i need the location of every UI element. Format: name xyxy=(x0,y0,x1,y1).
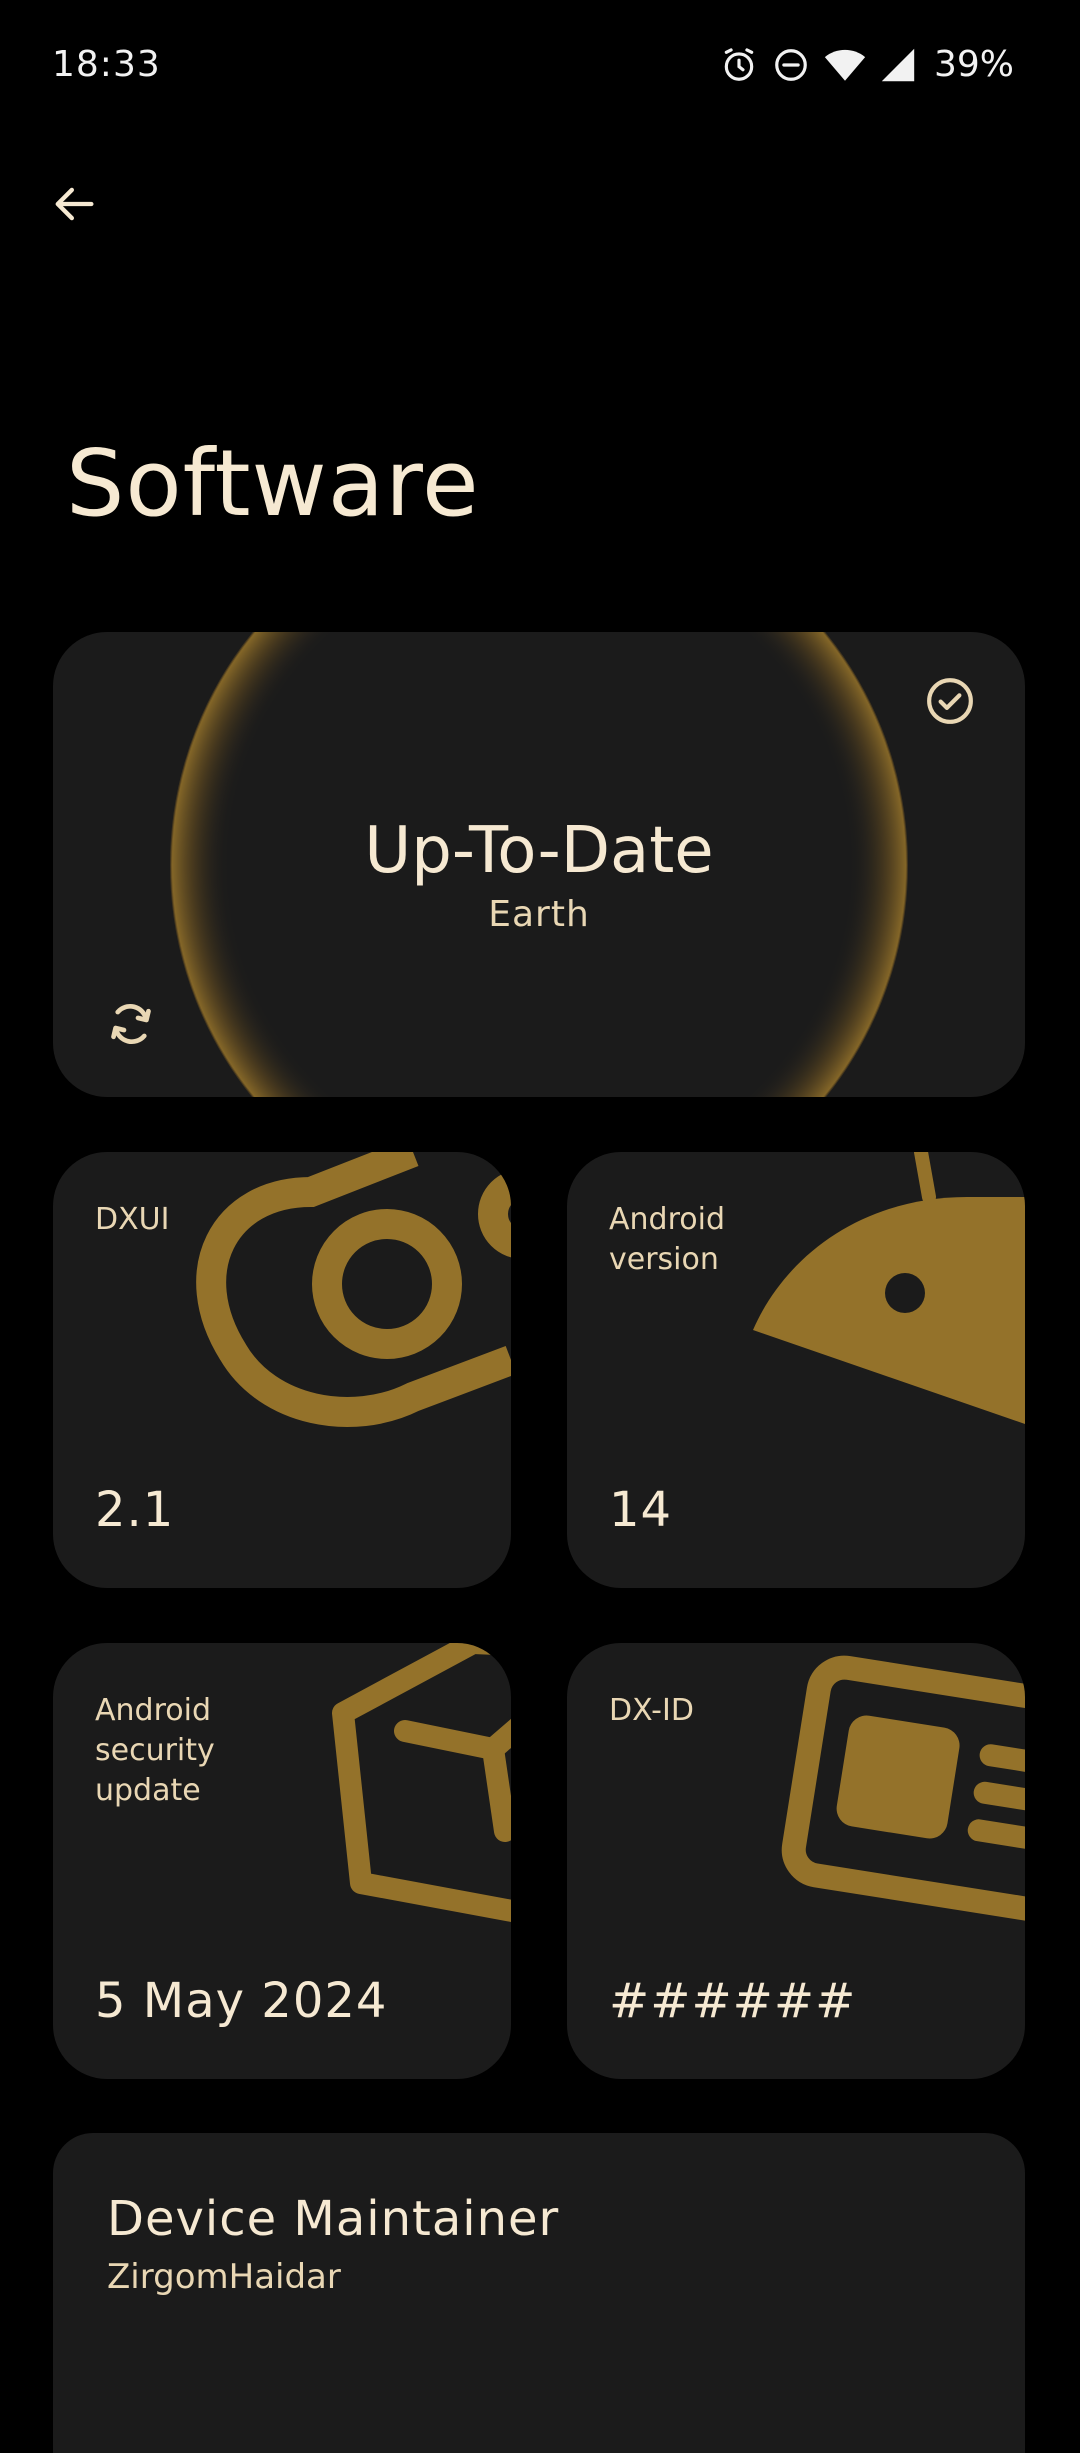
dxui-card[interactable]: DXUI 2.1 xyxy=(53,1152,511,1588)
do-not-disturb-icon xyxy=(772,46,810,84)
security-update-value: 5 May 2024 xyxy=(95,1973,388,2029)
security-update-card[interactable]: Android security update 5 May 2024 xyxy=(53,1643,511,2079)
status-time: 18:33 xyxy=(52,44,161,85)
maintainer-title: Device Maintainer xyxy=(107,2191,560,2247)
maintainer-name: ZirgomHaidar xyxy=(107,2257,341,2297)
android-version-label: Android version xyxy=(609,1202,725,1277)
update-status-card[interactable]: Up-To-Date Earth xyxy=(53,632,1025,1097)
update-status-text: Up-To-Date xyxy=(364,814,714,888)
android-version-value: 14 xyxy=(609,1482,673,1538)
dxui-label: DXUI xyxy=(95,1202,170,1237)
page-title: Software xyxy=(66,430,480,537)
battery-percent: 39% xyxy=(933,44,1014,85)
dx-id-label: DX-ID xyxy=(609,1693,694,1728)
android-version-card[interactable]: Android version 14 xyxy=(567,1152,1025,1588)
status-icons: 39% xyxy=(720,44,1014,85)
refresh-icon[interactable] xyxy=(103,996,159,1052)
dx-id-card[interactable]: DX-ID ###### xyxy=(567,1643,1025,2079)
alarm-icon xyxy=(720,46,758,84)
update-subtitle: Earth xyxy=(488,894,590,935)
dxui-value: 2.1 xyxy=(95,1482,175,1538)
wifi-icon xyxy=(824,46,866,84)
security-update-label: Android security update xyxy=(95,1693,215,1808)
device-maintainer-card[interactable]: Device Maintainer ZirgomHaidar xyxy=(53,2133,1025,2453)
signal-icon xyxy=(880,47,916,83)
back-button[interactable] xyxy=(40,170,108,238)
status-bar: 18:33 39% xyxy=(0,0,1080,135)
dx-id-value: ###### xyxy=(609,1973,857,2029)
arrow-left-icon xyxy=(55,187,94,221)
check-circle-icon xyxy=(927,678,973,724)
